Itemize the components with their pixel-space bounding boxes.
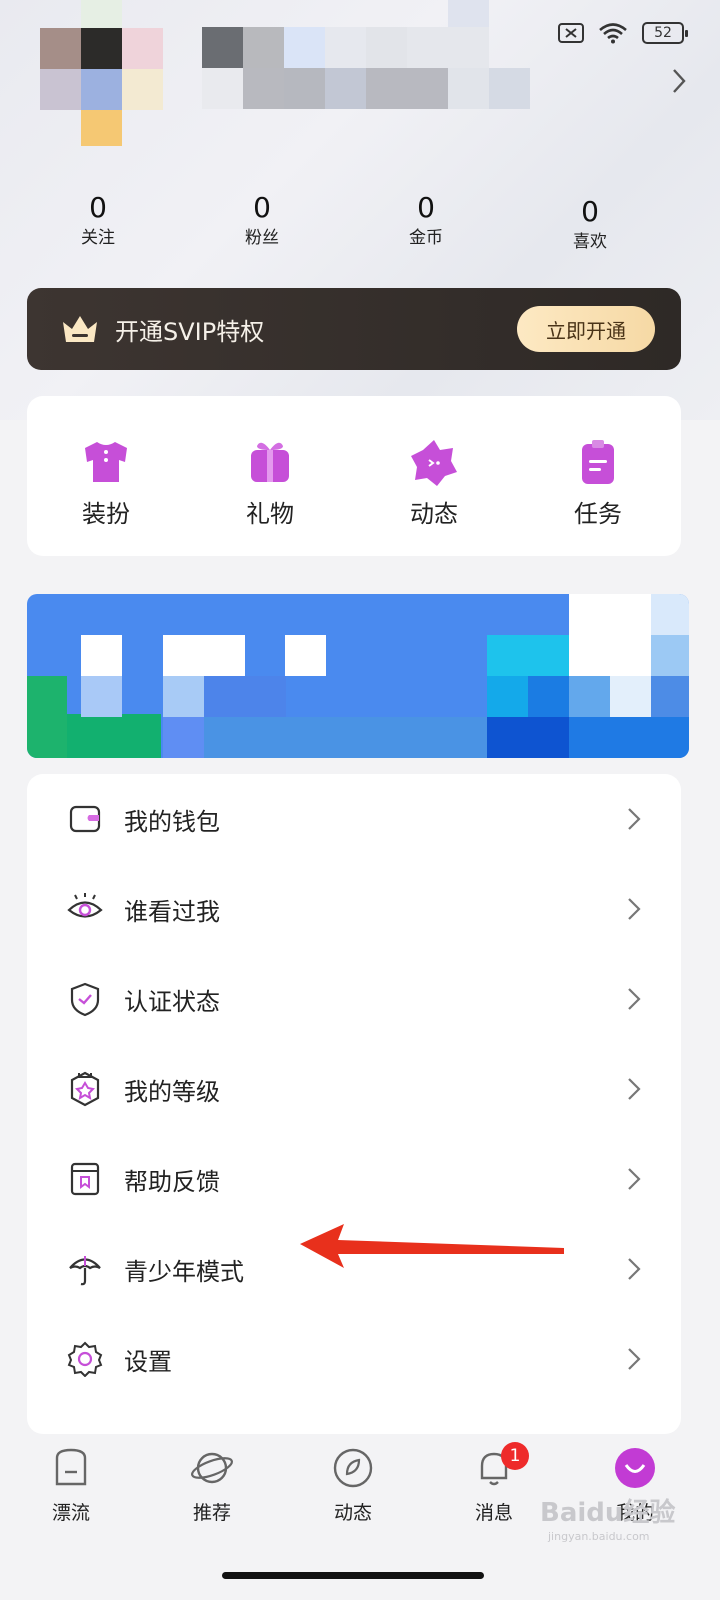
- tab-label: 漂流: [51, 1502, 90, 1524]
- smile-avatar-icon: [615, 1448, 655, 1488]
- shield-check-icon: [70, 982, 100, 1017]
- chevron-right-icon: [628, 988, 641, 1010]
- menu-card: 我的钱包 谁看过我 认证状态 我的等级 帮助反馈 青少年模式 设置: [27, 774, 681, 1434]
- no-sim-icon: [558, 23, 584, 43]
- watermark-url: jingyan.baidu.com: [548, 1530, 650, 1543]
- quick-action-label: 任务: [574, 500, 622, 528]
- menu-item-label: 我的钱包: [124, 807, 220, 836]
- stat-label: 金币: [409, 228, 443, 248]
- stat-label: 粉丝: [245, 228, 279, 248]
- umbrella-icon: [69, 1256, 101, 1286]
- stat-label: 关注: [81, 228, 115, 248]
- compass-leaf-icon: [333, 1448, 373, 1488]
- menu-item-label: 认证状态: [124, 987, 220, 1016]
- stat-likes[interactable]: 0 喜欢: [530, 194, 650, 254]
- chevron-right-icon: [628, 1168, 641, 1190]
- open-svip-button[interactable]: 立即开通: [517, 306, 655, 352]
- menu-item-label: 青少年模式: [124, 1257, 244, 1286]
- tab-messages[interactable]: 1 消息: [439, 1442, 549, 1525]
- quick-action-moments[interactable]: 动态: [384, 436, 484, 529]
- unread-badge: 1: [501, 1442, 529, 1470]
- status-bar: 52: [558, 18, 688, 48]
- star-bubble-icon: [411, 440, 457, 486]
- clipboard-icon: [582, 440, 614, 484]
- quick-action-tasks[interactable]: 任务: [548, 436, 648, 529]
- gear-icon: [67, 1341, 103, 1377]
- svip-text: 开通SVIP特权: [115, 317, 265, 346]
- tab-label: 消息: [474, 1502, 513, 1524]
- tab-moments[interactable]: 动态: [298, 1446, 408, 1525]
- crown-icon: [63, 316, 97, 342]
- quick-action-label: 礼物: [246, 500, 294, 528]
- level-badge-icon: [70, 1071, 100, 1107]
- menu-item-level[interactable]: 我的等级: [27, 1044, 681, 1134]
- quick-action-label: 装扮: [82, 500, 130, 528]
- gift-icon: [251, 442, 289, 482]
- quick-action-outfit[interactable]: 装扮: [56, 436, 156, 529]
- annotation-arrow: [300, 1224, 564, 1268]
- stat-value: 0: [89, 191, 107, 224]
- quick-action-gift[interactable]: 礼物: [220, 436, 320, 529]
- stat-followers[interactable]: 0 粉丝: [202, 190, 322, 250]
- wifi-icon: [598, 22, 628, 44]
- book-icon: [70, 1162, 100, 1196]
- eye-icon: [67, 893, 103, 918]
- menu-item-label: 我的等级: [124, 1077, 220, 1106]
- chevron-right-icon: [628, 1258, 641, 1280]
- menu-item-wallet[interactable]: 我的钱包: [27, 774, 681, 864]
- watermark: Baidu经验: [540, 1498, 676, 1528]
- chevron-right-icon: [628, 898, 641, 920]
- profile-chevron-icon[interactable]: [672, 68, 686, 98]
- quick-action-label: 动态: [410, 500, 458, 528]
- wallet-icon: [69, 805, 101, 833]
- tab-drift[interactable]: 漂流: [16, 1446, 126, 1525]
- chevron-right-icon: [628, 1078, 641, 1100]
- menu-item-settings[interactable]: 设置: [27, 1314, 681, 1404]
- menu-item-label: 谁看过我: [124, 897, 220, 926]
- stat-value: 0: [253, 191, 271, 224]
- battery-indicator: 52: [642, 22, 688, 44]
- planet-icon: [191, 1452, 233, 1484]
- stat-value: 0: [581, 195, 599, 228]
- home-indicator[interactable]: [222, 1572, 484, 1579]
- menu-item-verification[interactable]: 认证状态: [27, 954, 681, 1044]
- menu-item-help-feedback[interactable]: 帮助反馈: [27, 1134, 681, 1224]
- username: [202, 0, 532, 109]
- promo-banner[interactable]: [27, 594, 689, 758]
- shirt-icon: [85, 442, 127, 482]
- svip-banner[interactable]: 开通SVIP特权 立即开通: [27, 288, 681, 370]
- menu-item-visitors[interactable]: 谁看过我: [27, 864, 681, 954]
- stat-label: 喜欢: [573, 232, 607, 252]
- menu-item-label: 设置: [124, 1347, 172, 1376]
- stat-coins[interactable]: 0 金币: [366, 190, 486, 250]
- tab-recommend[interactable]: 推荐: [157, 1446, 267, 1525]
- stat-following[interactable]: 0 关注: [38, 190, 158, 250]
- chevron-right-icon: [628, 1348, 641, 1370]
- menu-item-label: 帮助反馈: [124, 1167, 220, 1196]
- tab-label: 动态: [333, 1502, 372, 1524]
- chevron-right-icon: [628, 808, 641, 830]
- drift-bottle-icon: [55, 1448, 87, 1486]
- quick-actions-card: 装扮 礼物 动态 任务: [27, 396, 681, 556]
- avatar[interactable]: [40, 0, 164, 149]
- stat-value: 0: [417, 191, 435, 224]
- profile-stats: 0 关注 0 粉丝 0 金币 0 喜欢: [36, 190, 686, 260]
- tab-label: 推荐: [192, 1502, 231, 1524]
